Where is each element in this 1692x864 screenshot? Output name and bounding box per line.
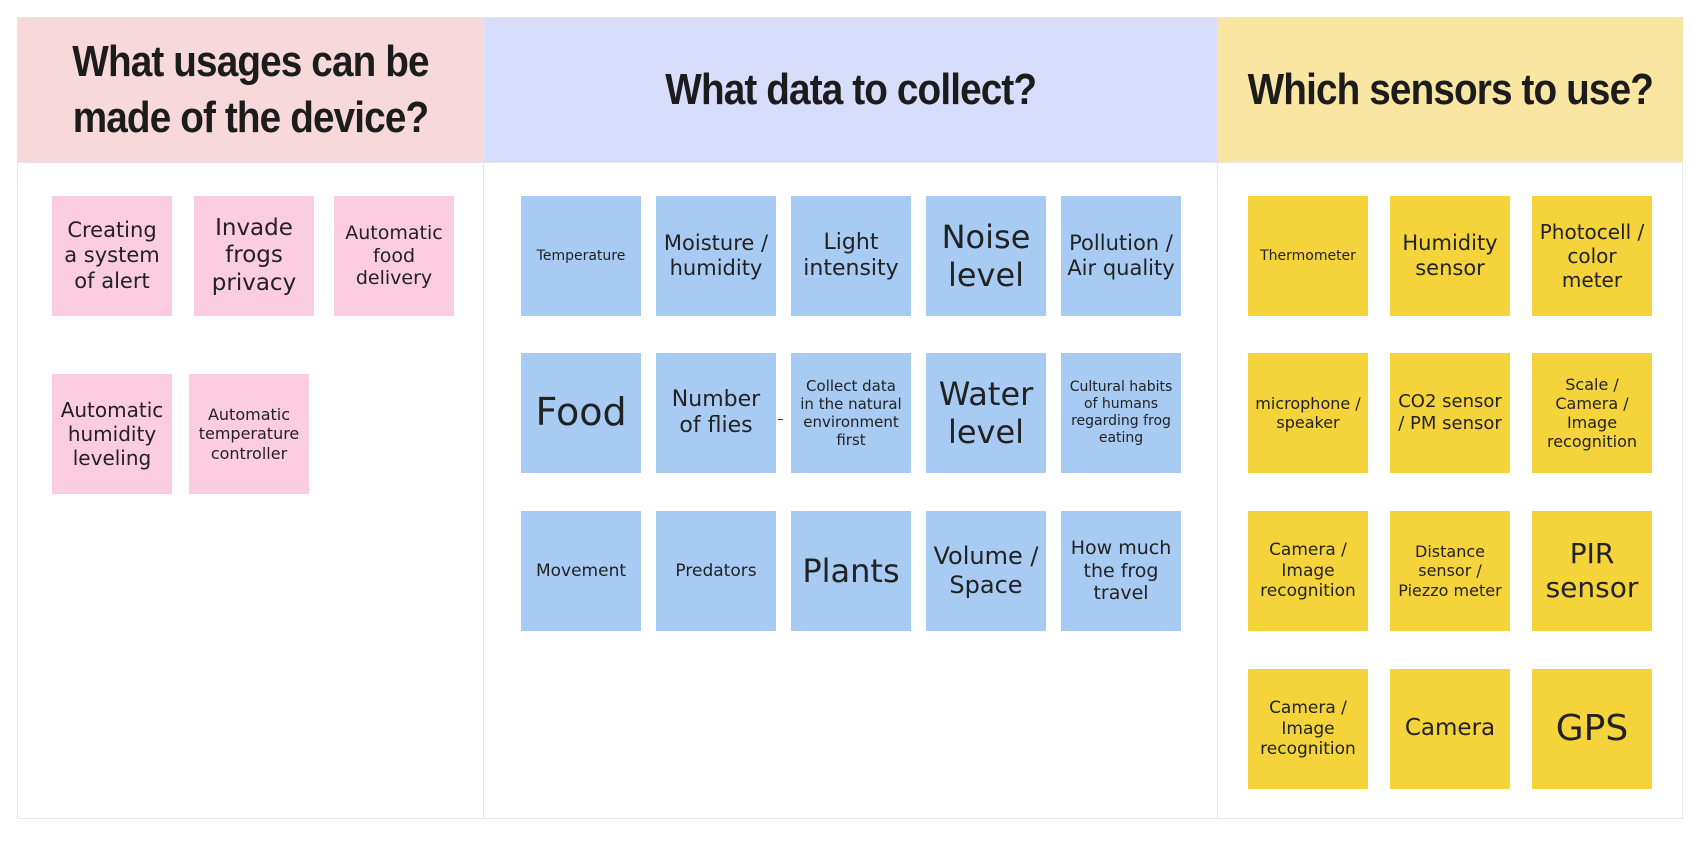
sticky-note[interactable]: GPS [1532, 669, 1652, 789]
sticky-note[interactable]: Scale / Camera / Image recognition [1532, 353, 1652, 473]
column-title: Which sensors to use? [1247, 64, 1654, 114]
sticky-note[interactable]: Number of flies [656, 353, 776, 473]
column-data: What data to collect? Temperature Moistu… [483, 18, 1217, 818]
column-title: What usages can be made of the device? [72, 36, 429, 142]
sticky-note[interactable]: Automatic food delivery [334, 196, 454, 316]
sticky-note[interactable]: Collect data in the natural environment … [791, 353, 911, 473]
sticky-note[interactable]: Temperature [521, 196, 641, 316]
column-header-usages: What usages can be made of the device? [18, 18, 483, 163]
sticky-note[interactable]: Pollution / Air quality [1061, 196, 1181, 316]
sticky-note[interactable]: Volume / Space [926, 511, 1046, 631]
sticky-note[interactable]: Camera [1390, 669, 1510, 789]
column-sensors: Which sensors to use? Thermometer Humidi… [1217, 18, 1683, 818]
sticky-note[interactable]: Water level [926, 353, 1046, 473]
column-header-sensors: Which sensors to use? [1218, 18, 1683, 163]
sticky-note[interactable]: Distance sensor / Piezzo meter [1390, 511, 1510, 631]
sticky-note[interactable]: Moisture / humidity [656, 196, 776, 316]
sticky-note[interactable]: Photocell / color meter [1532, 196, 1652, 316]
sticky-note[interactable]: microphone / speaker [1248, 353, 1368, 473]
board-frame: What usages can be made of the device? C… [17, 17, 1683, 819]
sticky-note[interactable]: PIR sensor [1532, 511, 1652, 631]
sticky-note[interactable]: Automatic temperature controller [189, 374, 309, 494]
connector-mark [778, 419, 783, 420]
sticky-note[interactable]: Food [521, 353, 641, 473]
sticky-note[interactable]: Camera / Image recognition [1248, 669, 1368, 789]
column-header-data: What data to collect? [484, 18, 1217, 163]
sticky-note[interactable]: Humidity sensor [1390, 196, 1510, 316]
column-usages: What usages can be made of the device? C… [18, 18, 483, 818]
sticky-note[interactable]: How much the frog travel [1061, 511, 1181, 631]
sticky-note[interactable]: Cultural habits of humans regarding frog… [1061, 353, 1181, 473]
sticky-note[interactable]: Noise level [926, 196, 1046, 316]
sticky-note[interactable]: Creating a system of alert [52, 196, 172, 316]
sticky-note[interactable]: Light intensity [791, 196, 911, 316]
sticky-note[interactable]: Thermometer [1248, 196, 1368, 316]
sticky-note[interactable]: Automatic humidity leveling [52, 374, 172, 494]
column-title: What data to collect? [665, 64, 1037, 114]
sticky-note[interactable]: Camera / Image recognition [1248, 511, 1368, 631]
sticky-note[interactable]: Invade frogs privacy [194, 196, 314, 316]
sticky-note[interactable]: Predators [656, 511, 776, 631]
sticky-note[interactable]: Movement [521, 511, 641, 631]
sticky-note[interactable]: CO2 sensor / PM sensor [1390, 353, 1510, 473]
sticky-note[interactable]: Plants [791, 511, 911, 631]
